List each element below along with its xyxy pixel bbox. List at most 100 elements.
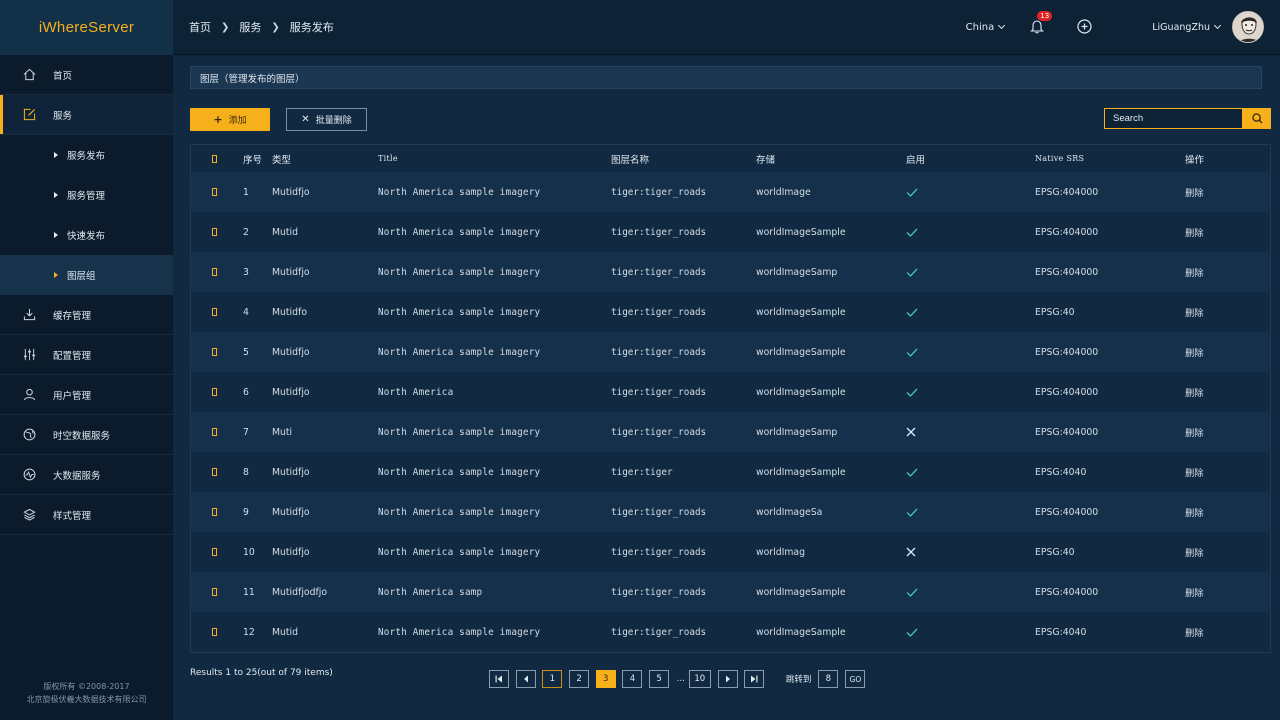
table-row[interactable]: 8 Mutidfjo North America sample imagery tig…	[191, 452, 1270, 492]
cell-store: worldImageSample	[756, 626, 846, 638]
cell-no: 7	[243, 426, 249, 438]
page-button[interactable]: 4	[622, 670, 643, 688]
last-page-icon	[751, 675, 758, 683]
table-row[interactable]: 3 Mutidfjo North America sample imagery tig…	[191, 252, 1270, 292]
column-header[interactable]: 存储	[756, 152, 904, 166]
delete-link[interactable]: 删除	[1185, 345, 1255, 359]
table-row[interactable]: 5 Mutidfjo North America sample imagery tig…	[191, 332, 1270, 372]
column-header[interactable]: 序号	[217, 152, 272, 166]
delete-link[interactable]: 删除	[1185, 425, 1255, 439]
delete-link[interactable]: 删除	[1185, 505, 1255, 519]
row-select-cell	[191, 308, 217, 316]
sidebar-subitem-layer-group[interactable]: 图层组	[0, 255, 173, 295]
first-page-button[interactable]	[489, 670, 509, 688]
sidebar-item-spatiotemporal[interactable]: 时空数据服务	[0, 415, 173, 455]
column-header[interactable]: Native SRS	[1035, 154, 1185, 163]
next-page-button[interactable]	[717, 670, 738, 688]
delete-link[interactable]: 删除	[1185, 585, 1255, 599]
sidebar-subitem-quick-publish[interactable]: 快速发布	[0, 215, 173, 255]
delete-link[interactable]: 删除	[1185, 185, 1255, 199]
check-icon	[906, 228, 918, 237]
goto-page-input[interactable]: 8	[818, 670, 839, 688]
notification-bell[interactable]: 13	[1030, 11, 1053, 35]
table-row[interactable]: 2 Mutid North America sample imagery tiger:…	[191, 212, 1270, 252]
row-select-cell	[191, 468, 217, 476]
table-row[interactable]: 1 Mutidfjo North America sample imagery tig…	[191, 172, 1270, 212]
page-button[interactable]: 2	[569, 670, 590, 688]
delete-link[interactable]: 删除	[1185, 385, 1255, 399]
column-header[interactable]: 图层名称	[611, 152, 756, 166]
triangle-right-icon	[54, 192, 58, 198]
region-dropdown[interactable]: China	[966, 22, 1006, 33]
avatar[interactable]	[1232, 11, 1264, 43]
column-header[interactable]: 类型	[272, 152, 378, 166]
search-input[interactable]	[1104, 108, 1243, 129]
table-row[interactable]: 4 Mutidfo North America sample imagery tige…	[191, 292, 1270, 332]
cell-enabled	[904, 588, 1035, 597]
cell-no: 3	[243, 266, 249, 278]
breadcrumb-home[interactable]: 首页	[189, 19, 211, 35]
search-button[interactable]	[1243, 108, 1271, 129]
cell-store: worldImageSample	[756, 306, 846, 318]
sidebar-item-bigdata[interactable]: 大数据服务	[0, 455, 173, 495]
page-button[interactable]: 5	[649, 670, 670, 688]
row-select-cell	[191, 268, 217, 276]
cell-layer-name: tiger:tiger_roads	[611, 186, 707, 198]
breadcrumb-service[interactable]: 服务	[239, 19, 261, 35]
sidebar-subitem-publish[interactable]: 服务发布	[0, 135, 173, 175]
user-menu[interactable]: LiGuangZhu	[1152, 11, 1268, 43]
cell-layer-name: tiger:tiger_roads	[611, 386, 707, 398]
table-header: 序号 类型 Title 图层名称 存储 启用 Native SRS 操作	[191, 145, 1270, 172]
cell-srs: EPSG:404000	[1035, 386, 1099, 398]
chevron-right-icon: ❯	[271, 21, 280, 33]
sidebar-item-home[interactable]: 首页	[0, 55, 173, 95]
table-row[interactable]: 7 Muti North America sample imagery tiger:t…	[191, 412, 1270, 452]
delete-link[interactable]: 删除	[1185, 305, 1255, 319]
cell-layer-name: tiger:tiger_roads	[611, 426, 707, 438]
column-header[interactable]: Title	[378, 154, 611, 163]
table-row[interactable]: 11 Mutidfjodfjo North America samp tiger:ti…	[191, 572, 1270, 612]
cell-title: North America sample imagery	[378, 506, 541, 518]
sidebar-subitem-manage[interactable]: 服务管理	[0, 175, 173, 215]
column-header[interactable]: 启用	[904, 152, 1035, 166]
add-button[interactable]	[1077, 19, 1093, 35]
batch-delete-button[interactable]: ✕ 批量删除	[286, 108, 367, 131]
table-row[interactable]: 10 Mutidfjo North America sample imagery ti…	[191, 532, 1270, 572]
table-row[interactable]: 9 Mutidfjo North America sample imagery tig…	[191, 492, 1270, 532]
home-icon	[22, 68, 36, 82]
cell-type: Mutid	[272, 626, 299, 638]
sidebar-item-config[interactable]: 配置管理	[0, 335, 173, 375]
sidebar-item-service[interactable]: 服务	[0, 95, 173, 135]
page-button[interactable]: 10	[688, 670, 711, 688]
sidebar-item-cache[interactable]: 缓存管理	[0, 295, 173, 335]
cell-store: worldImageSa	[756, 506, 823, 518]
sidebar-item-styles[interactable]: 样式管理	[0, 495, 173, 535]
sidebar-item-users[interactable]: 用户管理	[0, 375, 173, 415]
cell-srs: EPSG:404000	[1035, 226, 1099, 238]
delete-link[interactable]: 删除	[1185, 465, 1255, 479]
row-select-cell	[191, 228, 217, 236]
app-logo[interactable]: iWhereServer	[0, 0, 173, 55]
page-button[interactable]: 1	[542, 670, 563, 688]
table-row[interactable]: 6 Mutidfjo North America tiger:tiger_roads w…	[191, 372, 1270, 412]
cell-store: worldImageSample	[756, 586, 846, 598]
prev-page-button[interactable]	[515, 670, 536, 688]
sidebar-item-label: 大数据服务	[53, 470, 101, 482]
cell-title: North America sample imagery	[378, 426, 541, 438]
cell-enabled	[904, 508, 1035, 517]
go-button[interactable]: GO	[845, 670, 866, 688]
table-body: 1 Mutidfjo North America sample imagery tig…	[191, 172, 1270, 652]
sidebar-item-label: 配置管理	[53, 350, 92, 362]
last-page-button[interactable]	[744, 670, 765, 688]
table-row[interactable]: 12 Mutid North America sample imagery tiger…	[191, 612, 1270, 652]
delete-link[interactable]: 删除	[1185, 625, 1255, 639]
page-button[interactable]: 3	[595, 670, 616, 688]
delete-link[interactable]: 删除	[1185, 225, 1255, 239]
column-header: 操作	[1185, 154, 1205, 166]
cell-title: North America sample imagery	[378, 226, 541, 238]
company-name: 北京旋极伏羲大数据技术有限公司	[26, 695, 147, 704]
delete-link[interactable]: 删除	[1185, 265, 1255, 279]
delete-link[interactable]: 删除	[1185, 545, 1255, 559]
add-layer-button[interactable]: + 添加	[190, 108, 270, 131]
cell-no: 12	[243, 626, 255, 638]
